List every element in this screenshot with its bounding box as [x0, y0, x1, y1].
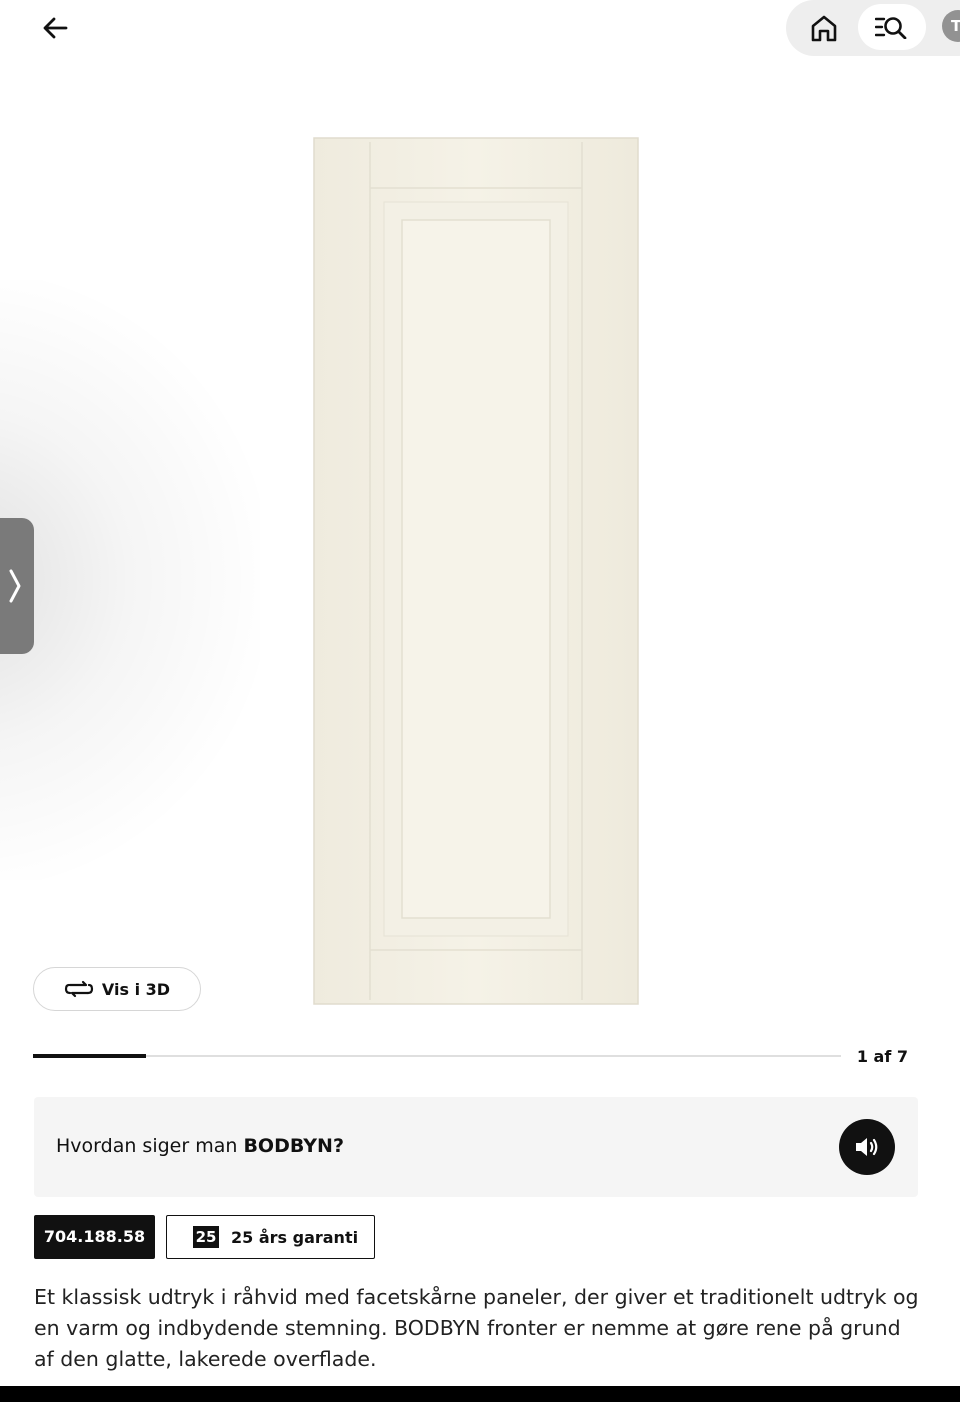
image-edge-shadow [0, 280, 260, 880]
warranty-badge[interactable]: 25 25 års garanti [166, 1215, 375, 1259]
home-button[interactable] [800, 8, 848, 48]
warranty-label: 25 års garanti [231, 1227, 359, 1247]
article-number-badge: 704.188.58 [34, 1215, 155, 1259]
search-list-icon [875, 17, 907, 39]
back-button[interactable] [36, 8, 76, 48]
bottom-edge-bar [0, 1386, 960, 1402]
product-description: Et klassisk udtryk i råhvid med facetskå… [34, 1285, 919, 1371]
rotate-3d-icon [64, 980, 94, 998]
speaker-icon [856, 1138, 878, 1156]
chevron-right-icon [9, 569, 21, 603]
gallery-counter: 1 af 7 [856, 1047, 908, 1066]
pronunciation-box: Hvordan siger man BODBYN? [34, 1097, 918, 1197]
view-in-3d-button[interactable]: Vis i 3D [33, 967, 201, 1011]
product-name: BODBYN? [243, 1135, 344, 1157]
arrow-left-icon [43, 17, 68, 39]
search-button[interactable] [858, 4, 926, 50]
pronunciation-prefix: Hvordan siger man [56, 1135, 244, 1157]
pronunciation-text: Hvordan siger man BODBYN? [56, 1135, 344, 1157]
gallery-progress-bar[interactable] [33, 1054, 841, 1058]
home-icon [811, 15, 837, 42]
warranty-years-icon: 25 [193, 1226, 219, 1248]
product-image-door[interactable] [312, 136, 640, 1008]
gallery-progress-fill [33, 1054, 147, 1058]
view-in-3d-label: Vis i 3D [101, 979, 171, 999]
play-pronunciation-button[interactable] [839, 1119, 895, 1175]
side-panel-toggle[interactable] [0, 518, 34, 654]
